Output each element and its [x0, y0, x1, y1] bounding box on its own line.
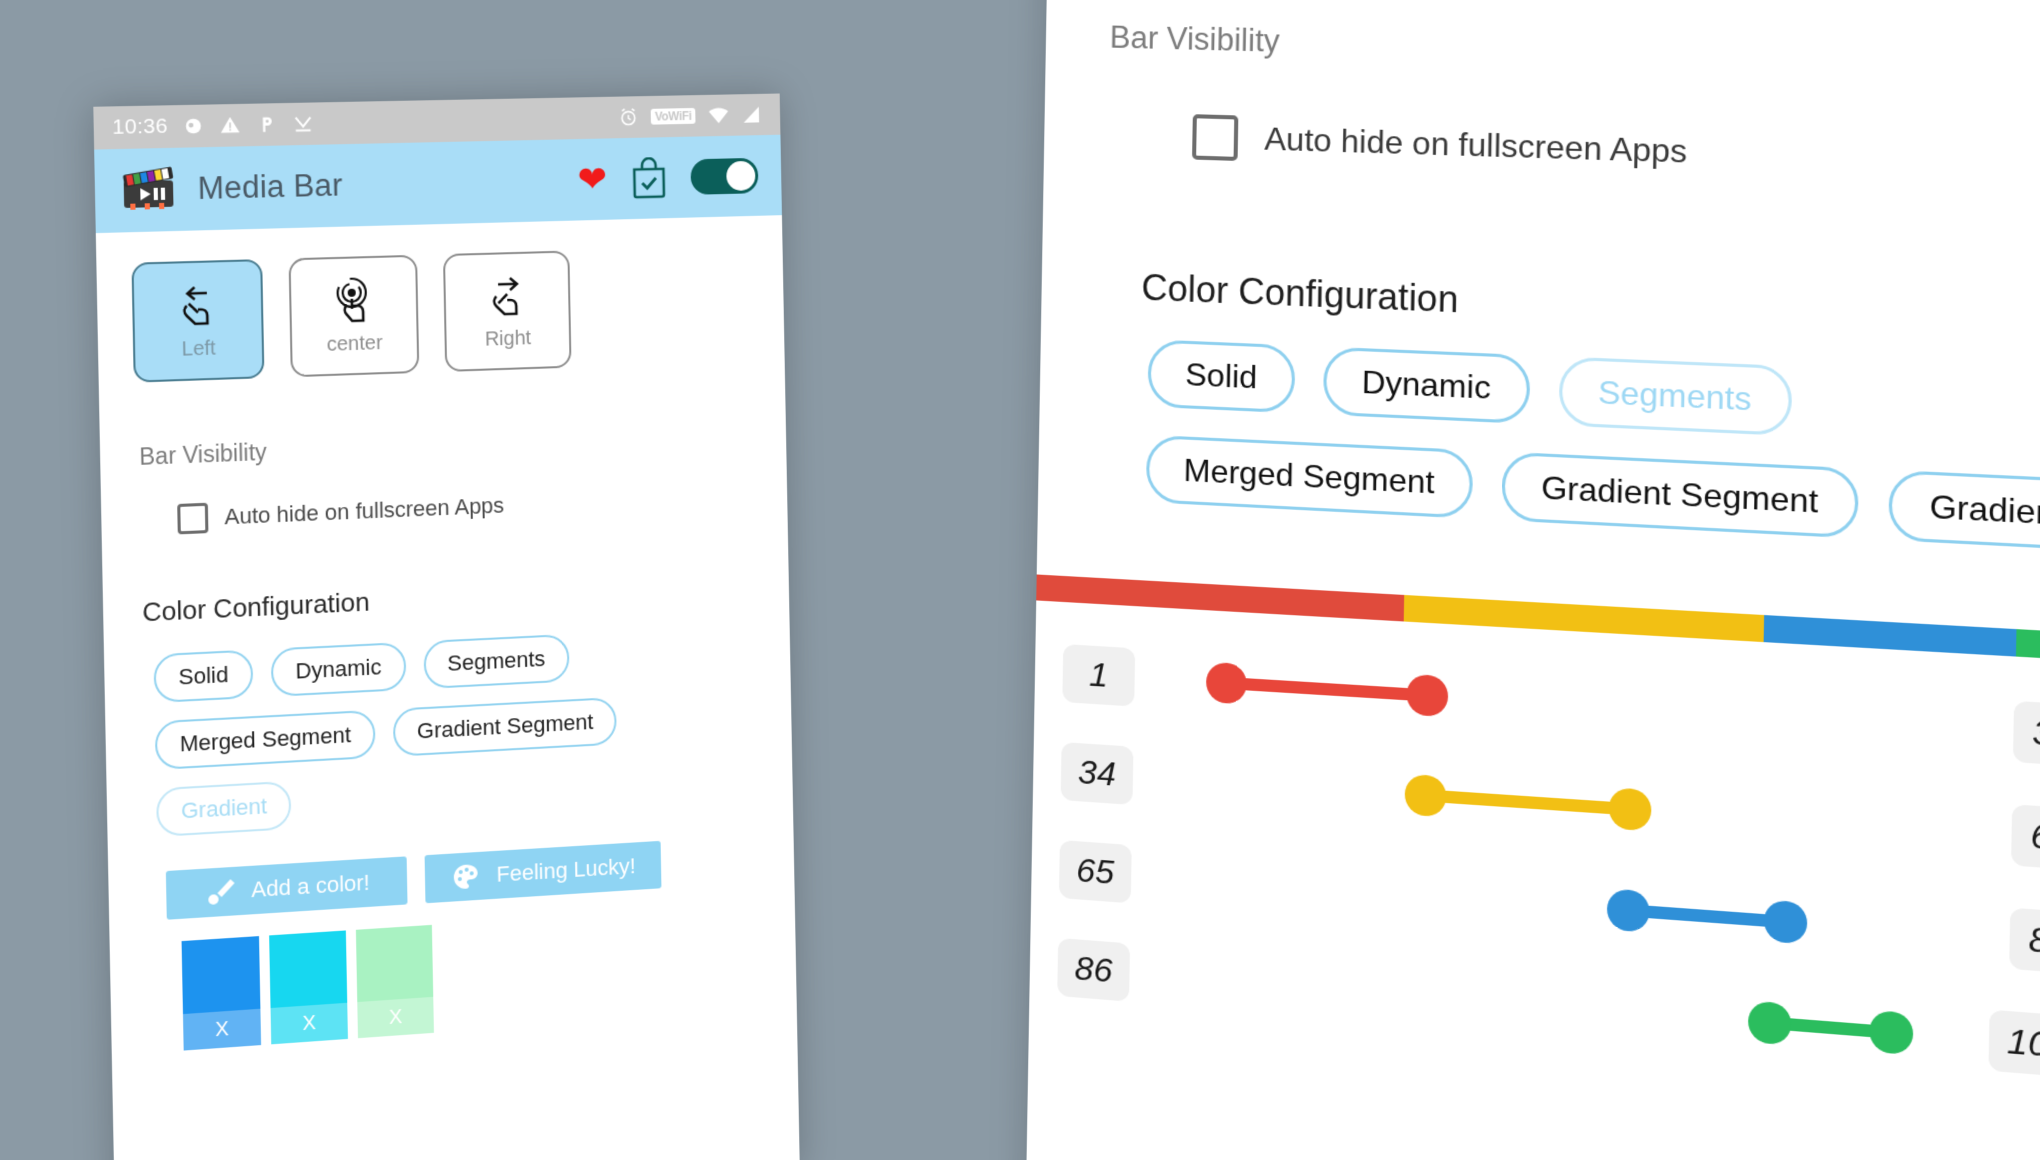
preview-segment [2015, 629, 2040, 668]
right-bar-visibility-title: Bar Visibility [1109, 19, 1280, 59]
color-swatch[interactable]: X [355, 924, 434, 1039]
segment-end-value[interactable]: 64 [2011, 804, 2040, 871]
slider-knob-start[interactable] [1404, 773, 1447, 818]
warning-triangle-icon [220, 116, 240, 133]
right-chip-dynamic[interactable]: Dynamic [1323, 346, 1531, 425]
right-chip-gradient-segment[interactable]: Gradient Segment [1501, 451, 1860, 539]
slider-knob-end[interactable] [1405, 673, 1449, 718]
status-bar-left-group: 10:36 [112, 112, 314, 140]
position-button-right[interactable]: Right [442, 250, 572, 372]
segment-start-value[interactable]: 34 [1060, 742, 1134, 805]
status-bar-clock: 10:36 [112, 114, 169, 139]
segment-slider-list: 1 33 34 64 65 85 86 100 [1029, 622, 2040, 1108]
wifi-icon [708, 107, 729, 124]
preview-segment [1036, 574, 1405, 622]
swipe-right-hand-icon [484, 271, 530, 324]
app-bar-actions: ❤ [577, 155, 759, 201]
chip-segments[interactable]: Segments [422, 633, 570, 690]
right-chip-solid[interactable]: Solid [1147, 339, 1296, 414]
palette-icon [453, 864, 478, 890]
segment-end-value[interactable]: 85 [2009, 907, 2040, 975]
add-a-color-label: Add a color! [251, 869, 370, 903]
swatch-delete-button[interactable]: X [182, 1008, 262, 1051]
right-auto-hide-checkbox-label: Auto hide on fullscreen Apps [1264, 120, 1688, 170]
app-logo-icon [122, 166, 174, 210]
right-auto-hide-checkbox-row[interactable]: Auto hide on fullscreen Apps [1192, 114, 2040, 191]
slider-range-fill [1425, 789, 1631, 816]
preview-segment [1403, 594, 1765, 643]
signal-bars-icon [743, 106, 760, 123]
app-title: Media Bar [197, 167, 344, 207]
right-color-configuration-title: Color Configuration [1141, 266, 1459, 321]
master-toggle[interactable] [690, 157, 759, 195]
segment-end-value[interactable]: 100 [1988, 1009, 2040, 1079]
chip-gradient[interactable]: Gradient [156, 780, 292, 838]
position-button-center-label: center [326, 331, 383, 356]
slider-range-fill [1628, 904, 1786, 929]
color-swatch[interactable]: X [181, 936, 262, 1051]
chip-merged-segment[interactable]: Merged Segment [154, 709, 376, 771]
slider-knob-end[interactable] [1608, 787, 1652, 832]
swatch-delete-button[interactable]: X [357, 996, 434, 1039]
position-button-left-label: Left [181, 336, 216, 361]
add-a-color-button[interactable]: Add a color! [165, 856, 408, 920]
slider-knob-start[interactable] [1606, 888, 1650, 933]
chip-gradient-segment[interactable]: Gradient Segment [392, 696, 618, 757]
color-swatch[interactable]: X [269, 930, 348, 1045]
status-bar-right-group: VoWiFi [618, 104, 763, 129]
notification-dot-icon [185, 118, 202, 134]
auto-hide-checkbox-row[interactable]: Auto hide on fullscreen Apps [177, 480, 762, 535]
position-button-right-label: Right [484, 326, 532, 351]
chip-dynamic[interactable]: Dynamic [270, 641, 406, 697]
paintbrush-icon [208, 878, 236, 905]
color-mode-chip-group: Solid Dynamic Segments Merged Segment Gr… [153, 628, 685, 838]
left-phone-content: Left center Right Bar Visibility Auto hi… [96, 215, 797, 1055]
slider-knob-end[interactable] [1868, 1009, 1913, 1056]
segment-start-value[interactable]: 1 [1062, 644, 1136, 707]
bar-visibility-title: Bar Visibility [139, 438, 268, 470]
slider-knob-start[interactable] [1206, 661, 1248, 705]
color-action-group: Add a color! Feeling Lucky! [165, 834, 770, 920]
right-chip-merged-segment[interactable]: Merged Segment [1145, 434, 1474, 519]
parking-p-icon [262, 117, 273, 133]
right-color-mode-chip-group: Solid Dynamic Segments Merged Segment Gr… [1145, 339, 2040, 554]
alarm-clock-icon [618, 106, 640, 128]
slider-range-fill [1226, 677, 1428, 702]
position-button-group: Left center Right [131, 245, 759, 383]
auto-hide-checkbox[interactable] [177, 502, 209, 535]
swipe-left-hand-icon [174, 280, 222, 334]
color-configuration-title: Color Configuration [142, 586, 370, 628]
shopping-bag-check-icon[interactable] [630, 157, 668, 199]
preview-segment [1763, 615, 2017, 657]
right-phone-screenshot: Bar Visibility Auto hide on fullscreen A… [1025, 0, 2040, 1160]
tap-center-hand-icon [330, 275, 377, 329]
color-swatch-list: X X X [181, 903, 772, 1051]
right-chip-gradient[interactable]: Gradient [1888, 469, 2040, 552]
position-button-center[interactable]: center [288, 254, 420, 378]
right-chip-segments[interactable]: Segments [1558, 356, 1793, 436]
left-phone-screenshot: 10:36 VoWiFi Media Bar ❤ Left center Rig… [93, 93, 800, 1160]
slider-knob-start[interactable] [1747, 1000, 1792, 1046]
vowifi-badge: VoWiFi [650, 107, 696, 125]
chip-solid[interactable]: Solid [153, 649, 254, 704]
segment-end-value[interactable]: 33 [2012, 700, 2040, 768]
download-complete-icon [292, 113, 315, 132]
slider-knob-end[interactable] [1763, 899, 1808, 945]
right-auto-hide-checkbox[interactable] [1192, 114, 1239, 161]
feeling-lucky-button[interactable]: Feeling Lucky! [424, 840, 662, 904]
position-button-left[interactable]: Left [131, 259, 265, 383]
screenshot-stage: 10:36 VoWiFi Media Bar ❤ Left center Rig… [0, 0, 2040, 1160]
auto-hide-checkbox-label: Auto hide on fullscreen Apps [224, 492, 505, 530]
segment-start-value[interactable]: 86 [1057, 937, 1131, 1002]
feeling-lucky-label: Feeling Lucky! [496, 853, 636, 887]
segment-start-value[interactable]: 65 [1058, 839, 1132, 904]
swatch-delete-button[interactable]: X [270, 1002, 348, 1045]
heart-icon[interactable]: ❤ [577, 158, 607, 199]
